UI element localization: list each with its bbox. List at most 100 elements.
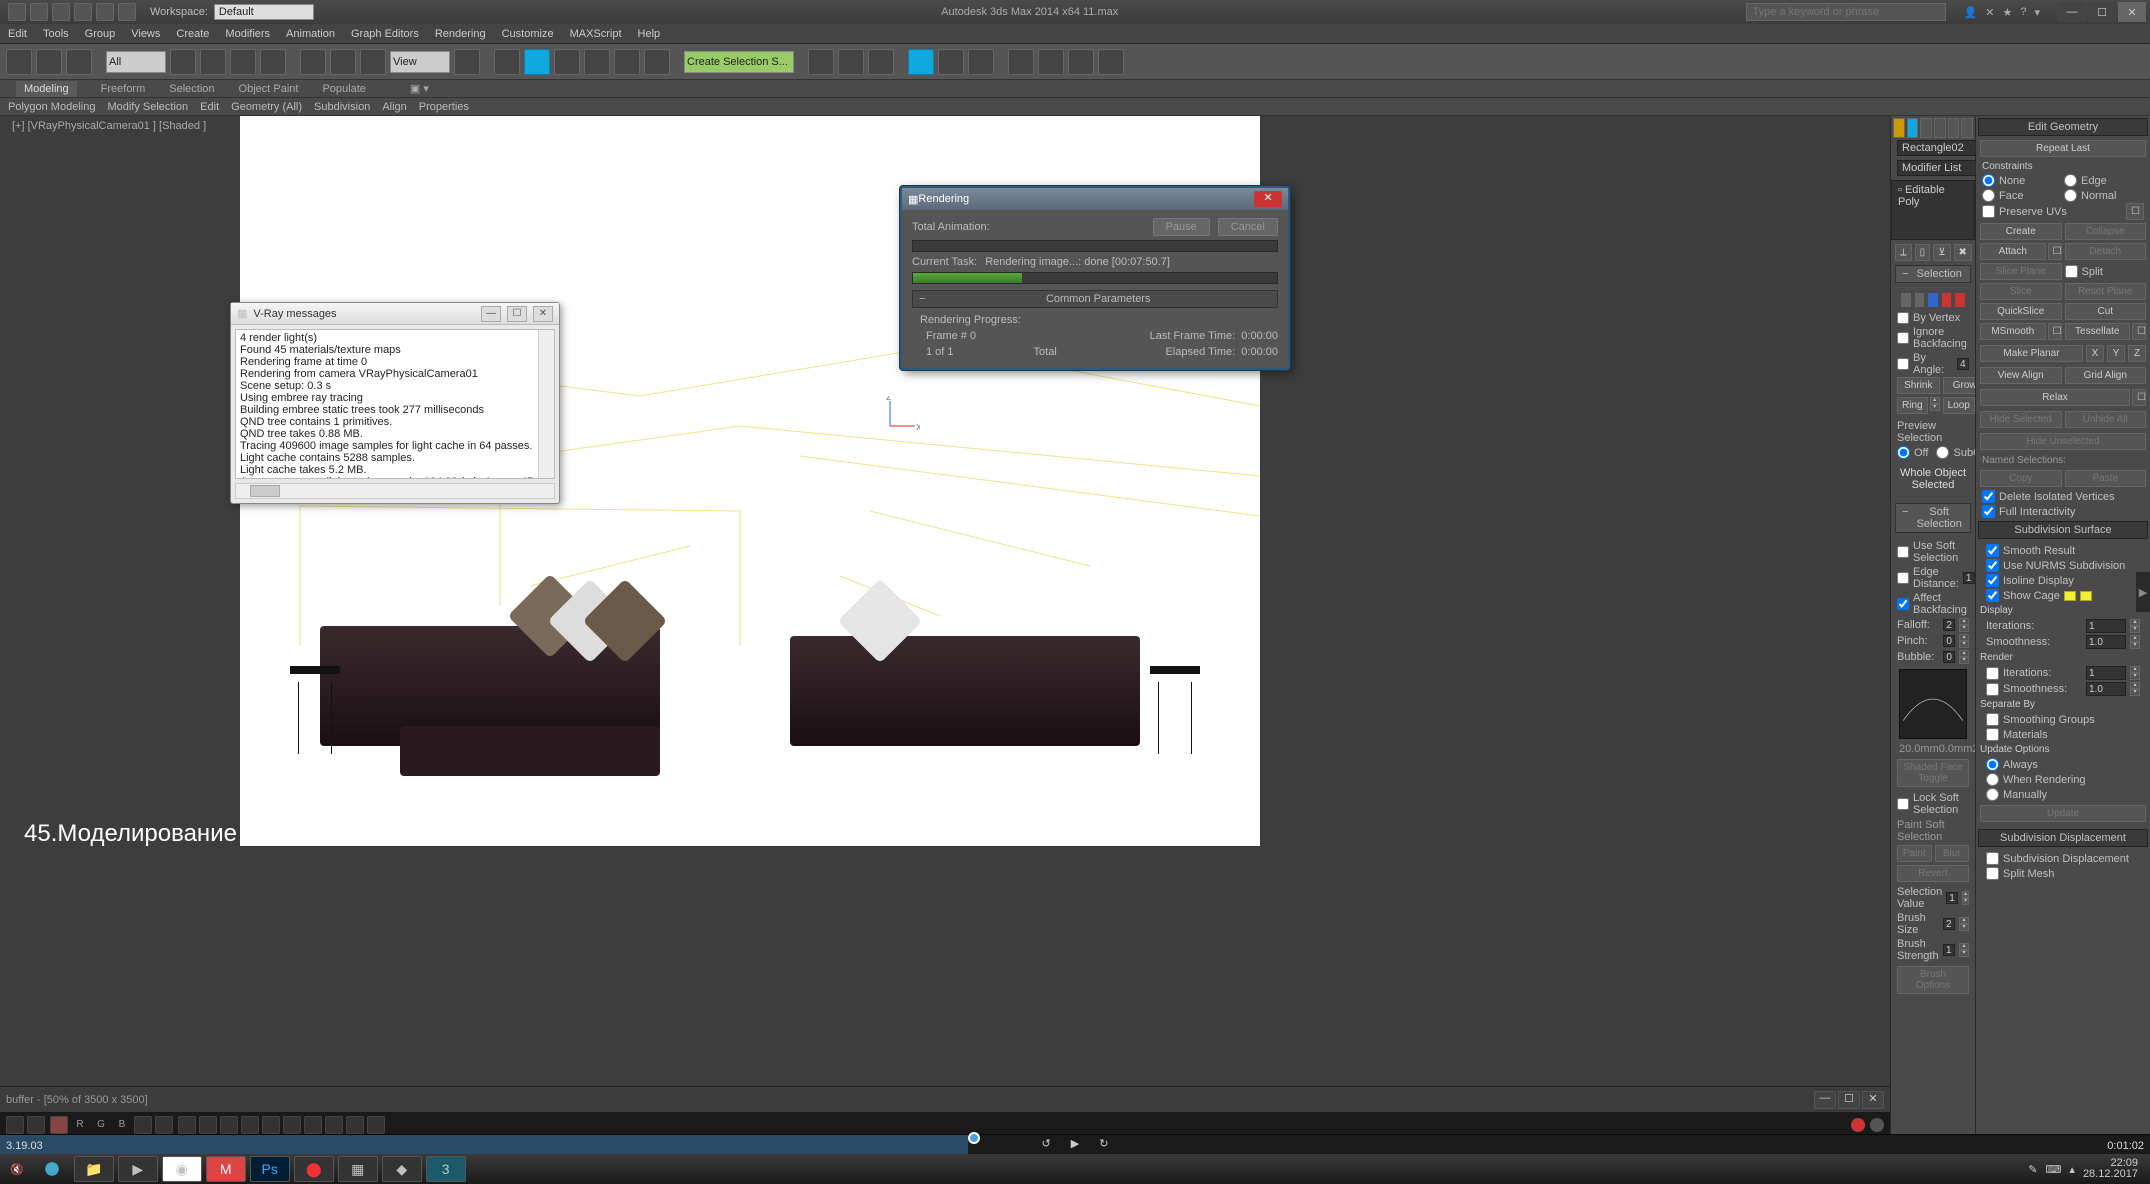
blur-button[interactable]: Blur — [1935, 845, 1970, 862]
render-setup-icon[interactable] — [1008, 49, 1034, 75]
by-vertex-check[interactable] — [1897, 312, 1909, 324]
constraint-face-radio[interactable] — [1982, 189, 1995, 202]
common-params-header[interactable]: − Common Parameters — [912, 290, 1278, 308]
stack-item[interactable]: ▫ Editable Poly — [1894, 183, 1972, 209]
vray-titlebar[interactable]: ▦ V-Ray messages — ☐ ✕ — [231, 303, 559, 325]
taskbar-record[interactable]: ⬤ — [294, 1156, 334, 1182]
ribbon-edit[interactable]: Edit — [200, 101, 219, 113]
show-cage-check[interactable] — [1986, 589, 1999, 602]
save-icon[interactable] — [74, 3, 92, 21]
falloff-value[interactable] — [1943, 619, 1955, 631]
r-smooth-check[interactable] — [1986, 683, 1999, 696]
pause-button[interactable]: Pause — [1153, 218, 1210, 236]
attach-list-button[interactable]: ☐ — [2048, 243, 2062, 260]
taskbar-explorer[interactable]: 📁 — [74, 1156, 114, 1182]
menu-tools[interactable]: Tools — [43, 28, 69, 40]
menu-customize[interactable]: Customize — [502, 28, 554, 40]
favorite-icon[interactable]: ★ — [2002, 6, 2012, 19]
make-planar-button[interactable]: Make Planar — [1980, 345, 2083, 362]
layers-icon[interactable] — [868, 49, 894, 75]
selection-filter[interactable] — [106, 51, 166, 73]
vfb-b-label[interactable]: B — [113, 1116, 131, 1134]
by-angle-check[interactable] — [1897, 358, 1909, 370]
rendering-titlebar[interactable]: ▦ Rendering ✕ — [902, 188, 1288, 210]
r-iter-check[interactable] — [1986, 667, 1999, 680]
keyboard-shortcut-icon[interactable] — [524, 49, 550, 75]
vray-hscroll[interactable] — [235, 483, 555, 499]
ribbon-tab-modeling[interactable]: Modeling — [16, 81, 77, 97]
quickslice-button[interactable]: QuickSlice — [1980, 303, 2062, 320]
ribbon-toggle-icon[interactable]: ▣ ▾ — [410, 82, 429, 95]
edit-geometry-header[interactable]: Edit Geometry — [1978, 118, 2148, 136]
paste-named-button[interactable]: Paste — [2065, 470, 2147, 487]
vfb-clone-icon[interactable] — [199, 1116, 217, 1134]
vfb-toggle2-icon[interactable] — [262, 1116, 280, 1134]
vray-max-button[interactable]: ☐ — [507, 306, 527, 322]
move-icon[interactable] — [300, 49, 326, 75]
ribbon-tab-populate[interactable]: Populate — [322, 83, 365, 95]
cancel-button[interactable]: Cancel — [1218, 218, 1278, 236]
cage-color-1[interactable] — [2064, 591, 2076, 601]
constraint-normal-radio[interactable] — [2064, 189, 2077, 202]
vfb-close-button[interactable]: ✕ — [1862, 1091, 1884, 1109]
full-interactivity-check[interactable] — [1982, 505, 1995, 518]
pen-icon[interactable]: ✎ — [2028, 1163, 2037, 1176]
bind-icon[interactable] — [66, 49, 92, 75]
vray-vscroll[interactable] — [538, 330, 554, 478]
loop-button[interactable]: Loop — [1943, 397, 1975, 414]
mute-icon[interactable]: 🔇 — [10, 1163, 24, 1176]
replay-10-icon[interactable]: ↺ — [1042, 1137, 1051, 1150]
vertex-icon[interactable] — [1901, 293, 1911, 307]
relax-settings[interactable]: ☐ — [2132, 389, 2146, 406]
by-angle-value[interactable] — [1957, 358, 1969, 370]
create-selection-set[interactable] — [684, 51, 794, 73]
play-icon[interactable]: ▶ — [1071, 1137, 1079, 1150]
pivot-icon[interactable] — [454, 49, 480, 75]
chevron-down-icon[interactable]: ▾ — [2034, 6, 2040, 19]
video-timeline[interactable]: 3.19.03 ↺ ▶ ↻ 0:01:02 — [0, 1134, 2150, 1154]
start-button[interactable] — [34, 1156, 70, 1182]
redo-icon[interactable] — [118, 3, 136, 21]
link-icon[interactable] — [6, 49, 32, 75]
menu-views[interactable]: Views — [131, 28, 160, 40]
relax-button[interactable]: Relax — [1980, 389, 2130, 406]
rendering-dialog[interactable]: ▦ Rendering ✕ Total Animation: Pause Can… — [900, 186, 1290, 370]
edge-dist-check[interactable] — [1897, 572, 1909, 584]
preserve-uvs-check[interactable] — [1982, 205, 1995, 218]
vfb-record-icon[interactable] — [1851, 1118, 1865, 1132]
vfb-clear-icon[interactable] — [178, 1116, 196, 1134]
preview-subobj-radio[interactable] — [1936, 446, 1949, 459]
vfb-toggle3-icon[interactable] — [283, 1116, 301, 1134]
use-soft-sel-check[interactable] — [1897, 546, 1909, 558]
repeat-last-button[interactable]: Repeat Last — [1980, 140, 2146, 157]
menu-modifiers[interactable]: Modifiers — [225, 28, 270, 40]
ribbon-tab-freeform[interactable]: Freeform — [101, 83, 146, 95]
use-nurms-check[interactable] — [1986, 559, 1999, 572]
vfb-toggle7-icon[interactable] — [367, 1116, 385, 1134]
vfb-min-button[interactable]: — — [1814, 1091, 1836, 1109]
vfb-channel-icon[interactable] — [50, 1116, 68, 1134]
teapot-icon[interactable] — [1098, 49, 1124, 75]
disp-smooth-value[interactable] — [2086, 635, 2126, 649]
brush-str-value[interactable] — [1943, 944, 1955, 956]
hide-unselected-button[interactable]: Hide Unselected — [1980, 433, 2146, 450]
vfb-g-label[interactable]: G — [92, 1116, 110, 1134]
ribbon-modify-selection[interactable]: Modify Selection — [107, 101, 188, 113]
taskbar-chrome[interactable]: ◉ — [162, 1156, 202, 1182]
upd-always-radio[interactable] — [1986, 758, 1999, 771]
select-region-icon[interactable] — [230, 49, 256, 75]
sep-mat-check[interactable] — [1986, 728, 1999, 741]
taskbar-3dsmax[interactable]: 3 — [426, 1156, 466, 1182]
isoline-check[interactable] — [1986, 574, 1999, 587]
render-production-icon[interactable] — [1068, 49, 1094, 75]
scale-icon[interactable] — [360, 49, 386, 75]
constraint-edge-radio[interactable] — [2064, 174, 2077, 187]
exchange-icon[interactable]: ✕ — [1985, 6, 1994, 19]
unlink-icon[interactable] — [36, 49, 62, 75]
select-name-icon[interactable] — [200, 49, 226, 75]
schematic-icon[interactable] — [938, 49, 964, 75]
subdiv-disp-check[interactable] — [1986, 852, 1999, 865]
align-icon[interactable] — [838, 49, 864, 75]
curve-editor-icon[interactable] — [908, 49, 934, 75]
menu-rendering[interactable]: Rendering — [435, 28, 486, 40]
